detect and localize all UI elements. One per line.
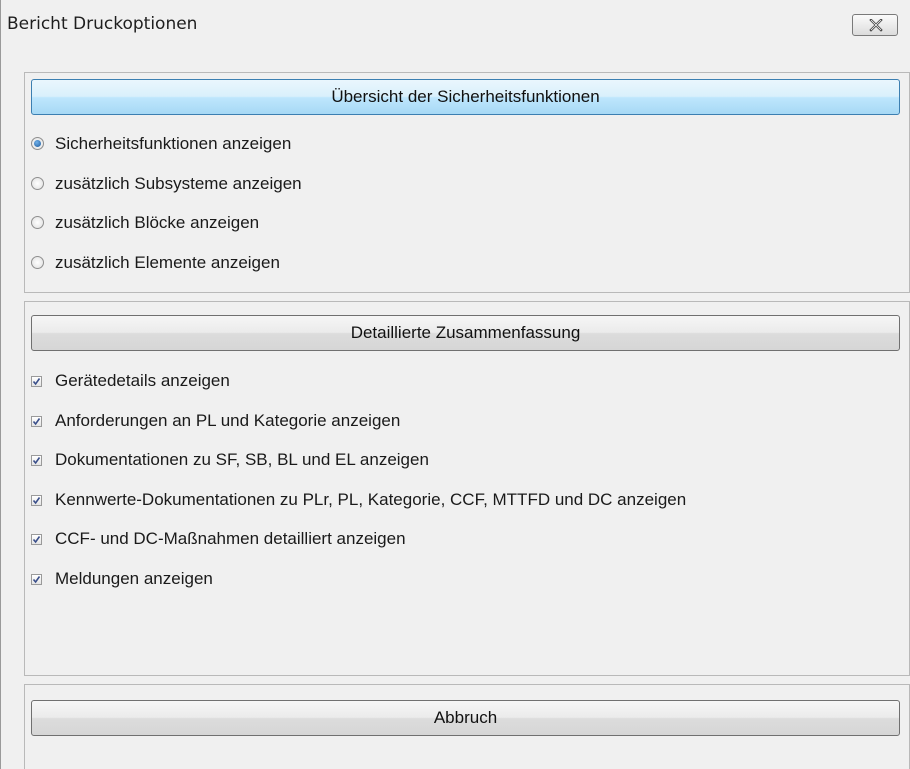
checkbox-label: Meldungen anzeigen xyxy=(55,569,213,588)
checkbox[interactable] xyxy=(31,495,42,506)
checkbox[interactable] xyxy=(31,534,42,545)
checkbox-label: Anforderungen an PL und Kategorie anzeig… xyxy=(55,411,401,430)
window-title: Bericht Druckoptionen xyxy=(7,14,198,34)
close-button[interactable] xyxy=(852,14,898,36)
radio-label: zusätzlich Blöcke anzeigen xyxy=(55,213,260,232)
close-icon xyxy=(869,19,883,32)
radio-button[interactable] xyxy=(31,256,44,269)
summary-panel: Detaillierte Zusammenfassung Gerätedetai… xyxy=(24,301,910,676)
checkmark-icon xyxy=(32,576,41,584)
radio-button[interactable] xyxy=(31,177,44,190)
checkbox-label: Gerätedetails anzeigen xyxy=(55,371,230,390)
checkbox[interactable] xyxy=(31,574,42,585)
checkbox[interactable] xyxy=(31,376,42,387)
checkmark-icon xyxy=(32,536,41,544)
checkbox[interactable] xyxy=(31,416,42,427)
title-bar[interactable]: Bericht Druckoptionen xyxy=(1,0,910,50)
summary-button[interactable]: Detaillierte Zusammenfassung xyxy=(31,315,900,351)
checkmark-icon xyxy=(32,497,41,505)
cancel-button[interactable]: Abbruch xyxy=(31,700,900,736)
overview-panel: Übersicht der Sicherheitsfunktionen Sich… xyxy=(24,72,910,293)
radio-label: Sicherheitsfunktionen anzeigen xyxy=(55,134,292,153)
radio-label: zusätzlich Subsysteme anzeigen xyxy=(55,174,302,193)
footer-panel: Abbruch xyxy=(24,684,910,769)
radio-button-selected[interactable] xyxy=(31,137,44,150)
checkmark-icon xyxy=(32,418,41,426)
checkbox[interactable] xyxy=(31,455,42,466)
checkmark-icon xyxy=(32,378,41,386)
radio-label: zusätzlich Elemente anzeigen xyxy=(55,253,280,272)
radio-button[interactable] xyxy=(31,216,44,229)
checkbox-label: Dokumentationen zu SF, SB, BL und EL anz… xyxy=(55,450,429,469)
checkmark-icon xyxy=(32,457,41,465)
overview-button[interactable]: Übersicht der Sicherheitsfunktionen xyxy=(31,79,900,115)
print-options-dialog: Bericht Druckoptionen Übersicht der Sich… xyxy=(0,0,910,769)
checkbox-label: Kennwerte-Dokumentationen zu PLr, PL, Ka… xyxy=(55,490,687,509)
checkbox-label: CCF- und DC-Maßnahmen detailliert anzeig… xyxy=(55,529,406,548)
